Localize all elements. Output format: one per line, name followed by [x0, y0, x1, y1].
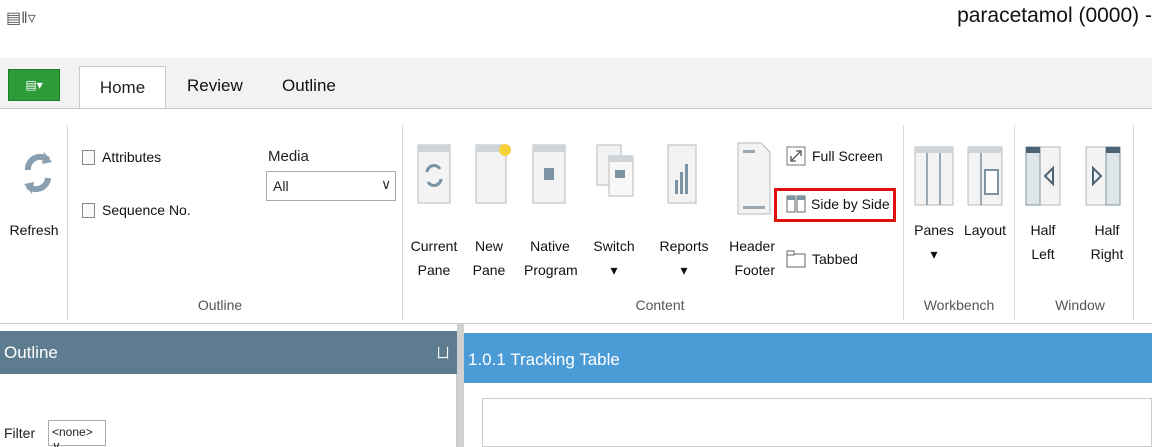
header-footer-button[interactable]: Header Footer [725, 234, 775, 282]
attributes-checkbox[interactable] [82, 150, 95, 165]
half-left-line2: Left [1031, 246, 1055, 262]
half-right-line1: Half [1094, 222, 1120, 238]
refresh-icon[interactable] [22, 148, 54, 196]
switch-window-icon[interactable] [596, 144, 634, 206]
group-label-outline: Outline [197, 297, 243, 313]
tab-home[interactable]: Home [79, 66, 166, 109]
native-program-button[interactable]: Native Program [524, 234, 578, 282]
native-program-icon[interactable] [532, 144, 566, 206]
tab-review[interactable]: Review [187, 76, 243, 96]
tab-outline[interactable]: Outline [282, 76, 336, 96]
panes-line1: Panes [914, 222, 954, 238]
separator [67, 125, 68, 320]
chevron-down-icon: ▾ [930, 246, 938, 262]
layout-button[interactable]: Layout [960, 218, 1010, 242]
switch-line1: Switch [593, 238, 635, 254]
new-pane-line1: New [474, 238, 503, 254]
layout-icon[interactable] [967, 146, 1003, 208]
sequence-checkbox[interactable] [82, 203, 95, 218]
panes-button[interactable]: Panes ▾ [909, 218, 959, 266]
half-left-icon[interactable] [1025, 146, 1061, 208]
reports-icon[interactable] [667, 144, 697, 206]
side-by-side-icon[interactable] [786, 195, 806, 213]
filter-select[interactable]: <none> ∨ [48, 420, 106, 447]
window-title: paracetamol (0000) - [957, 4, 1152, 27]
pane-splitter[interactable] [457, 324, 464, 447]
refresh-button[interactable]: Refresh [4, 218, 64, 242]
switch-button[interactable]: Switch ▾ [589, 234, 639, 282]
full-screen-button[interactable]: Full Screen [812, 148, 883, 164]
group-label-window: Window [1055, 297, 1105, 313]
half-left-button[interactable]: Half Left [1025, 218, 1061, 266]
header-footer-line2: Footer [734, 262, 775, 278]
native-program-line2: Program [524, 262, 578, 278]
half-right-button[interactable]: Half Right [1085, 218, 1129, 266]
current-pane-line2: Pane [417, 262, 451, 278]
sequence-label[interactable]: Sequence No. [102, 202, 191, 218]
media-label: Media [268, 148, 309, 165]
separator [1133, 125, 1134, 320]
chevron-down-icon[interactable]: ∨ [381, 176, 391, 193]
current-pane-line1: Current [410, 238, 458, 254]
current-pane-icon[interactable] [417, 144, 451, 206]
half-left-line1: Half [1030, 222, 1056, 238]
filter-label: Filter [4, 425, 36, 441]
panes-icon[interactable] [914, 146, 954, 208]
pin-icon[interactable]: ㄩ [436, 343, 450, 363]
reports-line1: Reports [659, 238, 709, 254]
tabbed-icon[interactable] [786, 250, 806, 268]
attributes-label[interactable]: Attributes [102, 149, 161, 165]
chevron-down-icon: ▾ [610, 262, 618, 278]
header-footer-line1: Header [729, 238, 775, 254]
new-pane-button[interactable]: New Pane [471, 234, 507, 282]
separator [402, 125, 403, 320]
tabbed-button[interactable]: Tabbed [812, 251, 858, 267]
current-pane-button[interactable]: Current Pane [408, 234, 460, 282]
half-right-icon[interactable] [1085, 146, 1121, 208]
outline-panel-title: Outline [0, 331, 457, 374]
separator [1014, 125, 1015, 320]
document-tab-title[interactable]: 1.0.1 Tracking Table [464, 333, 1152, 383]
new-pane-line2: Pane [472, 262, 506, 278]
document-content-area[interactable] [482, 398, 1152, 447]
reports-button[interactable]: Reports ▾ [654, 234, 714, 282]
native-program-line1: Native [530, 238, 570, 254]
file-menu-button[interactable]: ▤▾ [8, 69, 60, 101]
separator [903, 125, 904, 320]
ribbon-tab-bar [0, 58, 1152, 108]
group-label-content: Content [635, 297, 685, 313]
group-label-workbench: Workbench [923, 297, 995, 313]
chevron-down-icon: ▾ [680, 262, 688, 278]
half-right-line2: Right [1090, 246, 1124, 262]
quick-access-toolbar[interactable]: ▤‖▿ [6, 8, 36, 28]
new-pane-icon[interactable] [475, 142, 513, 206]
header-footer-icon[interactable] [737, 142, 771, 216]
side-by-side-button[interactable]: Side by Side [811, 196, 890, 212]
full-screen-icon[interactable] [786, 146, 806, 166]
media-select[interactable]: All [266, 171, 396, 201]
